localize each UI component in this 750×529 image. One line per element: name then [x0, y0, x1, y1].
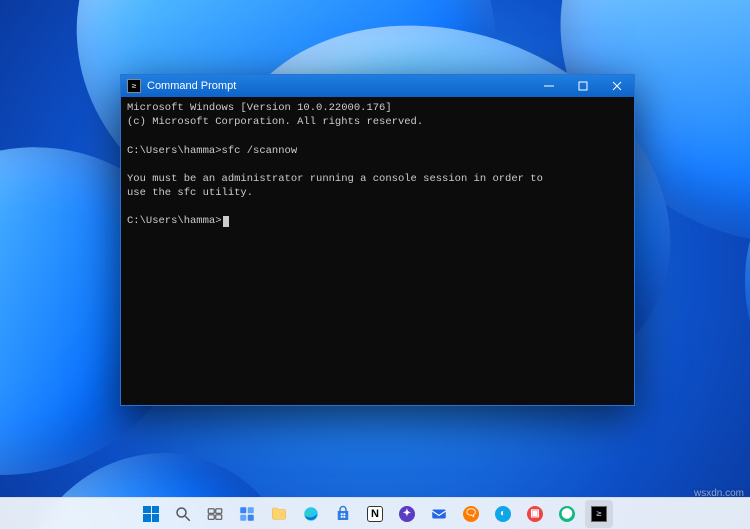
task-view-button[interactable]	[201, 500, 229, 528]
terminal-prompt: C:\Users\hamma>	[127, 215, 222, 227]
command-prompt-taskbar[interactable]: ≥	[585, 500, 613, 528]
cmd-icon: ≥	[127, 79, 141, 93]
store-icon	[334, 505, 352, 523]
green-app-icon: ⬤	[559, 506, 575, 522]
red-app-icon: ▣	[527, 506, 543, 522]
cloud-app-icon: ✦	[399, 506, 415, 522]
task-view-icon	[206, 505, 224, 523]
app-chat-button[interactable]: 🗨	[457, 500, 485, 528]
circle-app-icon: ◐	[495, 506, 511, 522]
folder-icon	[270, 505, 288, 523]
terminal-cursor	[223, 216, 229, 227]
file-explorer-button[interactable]	[265, 500, 293, 528]
terminal-output: You must be an administrator running a c…	[127, 173, 543, 185]
desktop: ≥ Command Prompt Microsoft Windows [Vers…	[0, 0, 750, 529]
chat-app-icon: 🗨	[463, 506, 479, 522]
maximize-button[interactable]	[566, 75, 600, 97]
start-button[interactable]	[137, 500, 165, 528]
close-icon	[612, 81, 622, 91]
maximize-icon	[578, 81, 588, 91]
store-button[interactable]	[329, 500, 357, 528]
app-red-button[interactable]: ▣	[521, 500, 549, 528]
search-button[interactable]	[169, 500, 197, 528]
edge-button[interactable]	[297, 500, 325, 528]
minimize-button[interactable]	[532, 75, 566, 97]
notion-button[interactable]: N	[361, 500, 389, 528]
mail-icon	[430, 505, 448, 523]
terminal-line: Microsoft Windows [Version 10.0.22000.17…	[127, 102, 392, 114]
close-button[interactable]	[600, 75, 634, 97]
app-cloud-button[interactable]: ✦	[393, 500, 421, 528]
app-mail-button[interactable]	[425, 500, 453, 528]
terminal-body[interactable]: Microsoft Windows [Version 10.0.22000.17…	[121, 97, 634, 405]
app-circle-button[interactable]: ◐	[489, 500, 517, 528]
search-icon	[174, 505, 192, 523]
terminal-line: (c) Microsoft Corporation. All rights re…	[127, 116, 423, 128]
minimize-icon	[544, 81, 554, 91]
cmd-taskbar-icon: ≥	[591, 506, 607, 522]
windows-logo-icon	[143, 506, 159, 522]
terminal-command: sfc /scannow	[222, 145, 298, 157]
window-title: Command Prompt	[147, 80, 532, 92]
widgets-icon	[238, 505, 256, 523]
app-green-button[interactable]: ⬤	[553, 500, 581, 528]
titlebar[interactable]: ≥ Command Prompt	[121, 75, 634, 97]
notion-icon: N	[367, 506, 383, 522]
edge-icon	[302, 505, 320, 523]
command-prompt-window[interactable]: ≥ Command Prompt Microsoft Windows [Vers…	[120, 74, 635, 406]
terminal-output: use the sfc utility.	[127, 187, 253, 199]
terminal-prompt: C:\Users\hamma>	[127, 145, 222, 157]
taskbar: N ✦ 🗨 ◐ ▣ ⬤ ≥	[0, 497, 750, 529]
widgets-button[interactable]	[233, 500, 261, 528]
